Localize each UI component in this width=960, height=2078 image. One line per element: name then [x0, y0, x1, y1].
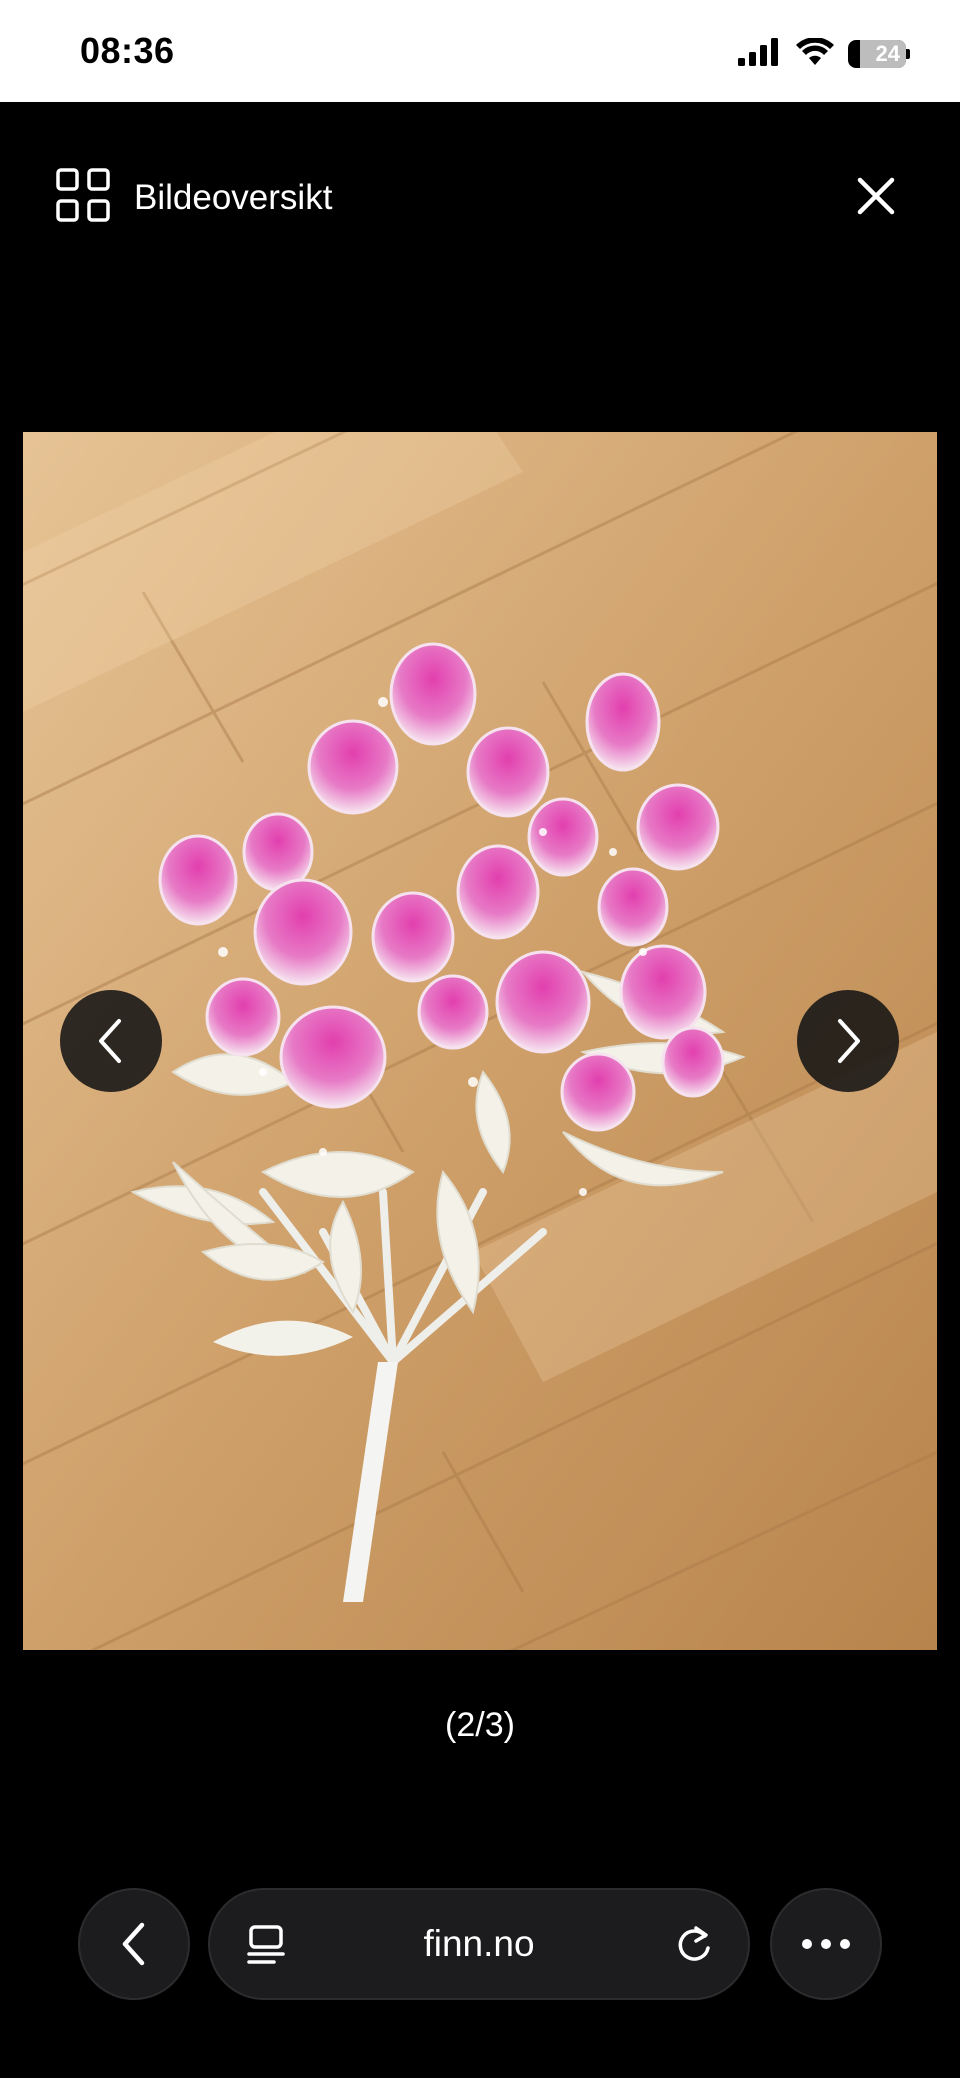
more-options-button[interactable]	[770, 1888, 882, 2000]
chevron-left-icon	[99, 1019, 121, 1063]
close-icon	[857, 177, 895, 215]
status-icons: 24	[738, 34, 910, 74]
grid-icon	[56, 168, 110, 227]
reload-icon[interactable]	[674, 1922, 714, 1971]
signal-icon	[738, 37, 782, 71]
battery-icon: 24	[848, 40, 910, 68]
image-overview-button[interactable]: Bildeoversikt	[56, 168, 332, 227]
previous-image-button[interactable]	[60, 990, 162, 1092]
wifi-icon	[796, 36, 834, 71]
url-text: finn.no	[423, 1923, 535, 1964]
address-bar[interactable]: finn.no	[208, 1888, 750, 2000]
battery-level: 24	[875, 41, 900, 66]
close-button[interactable]	[852, 172, 900, 220]
image-overview-label: Bildeoversikt	[134, 177, 333, 217]
more-icon	[802, 1939, 850, 1949]
status-time: 08:36	[80, 30, 175, 71]
status-bar: 08:36 24	[0, 0, 960, 102]
browser-back-button[interactable]	[78, 1888, 190, 2000]
chevron-right-icon	[838, 1019, 860, 1063]
next-image-button[interactable]	[797, 990, 899, 1092]
chevron-left-icon	[122, 1922, 145, 1966]
viewer-header: Bildeoversikt	[0, 102, 960, 282]
image-counter: (2/3)	[445, 1706, 515, 1744]
